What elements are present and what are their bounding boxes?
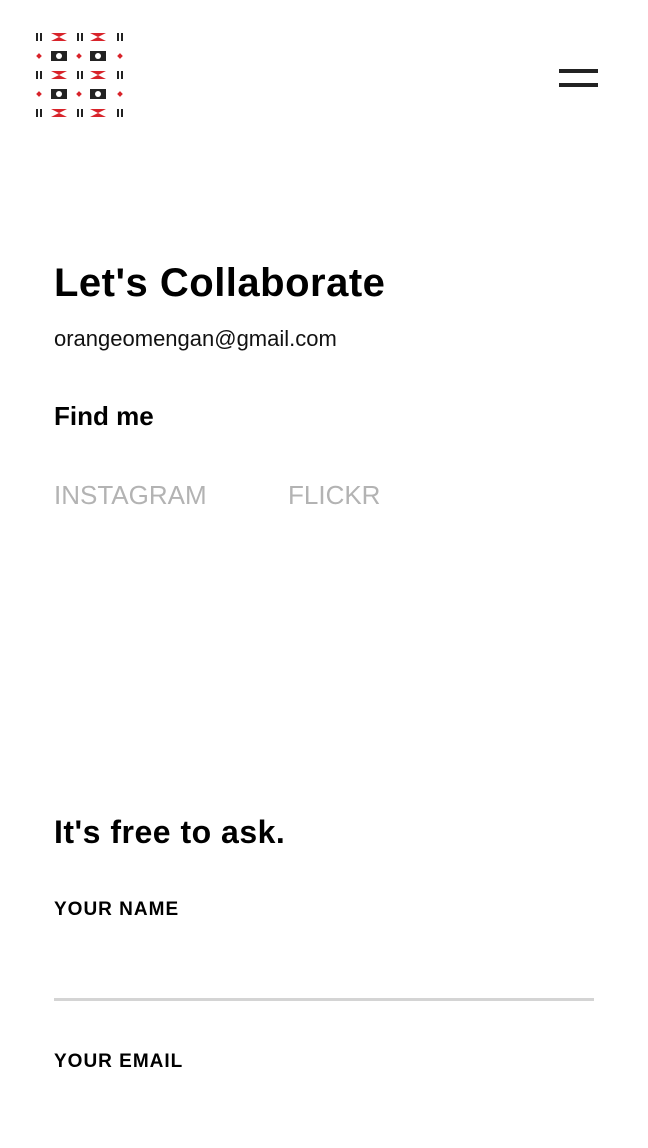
- logo-row-3: [36, 71, 123, 79]
- logo-row-2: [36, 51, 123, 61]
- name-field-label: YOUR NAME: [54, 899, 180, 920]
- name-field[interactable]: [54, 957, 594, 1001]
- contact-email-link[interactable]: orangeomengan@gmail.com: [54, 324, 337, 354]
- form-heading: It's free to ask.: [54, 814, 286, 850]
- menu-bar-bottom: [559, 83, 598, 87]
- email-field-label: YOUR EMAIL: [54, 1051, 184, 1072]
- email-field[interactable]: [54, 1096, 594, 1140]
- logo-row-5: [36, 109, 123, 117]
- menu-bar-top: [559, 69, 598, 73]
- logo-row-1: [36, 33, 123, 41]
- camera-pattern-logo-icon[interactable]: [34, 30, 126, 122]
- flickr-link[interactable]: FLICKR: [288, 479, 380, 511]
- instagram-link[interactable]: INSTAGRAM: [54, 479, 207, 511]
- hamburger-menu-icon[interactable]: [556, 66, 600, 94]
- logo-row-4: [36, 89, 123, 99]
- find-me-heading: Find me: [54, 401, 154, 431]
- page-title: Let's Collaborate: [54, 261, 386, 305]
